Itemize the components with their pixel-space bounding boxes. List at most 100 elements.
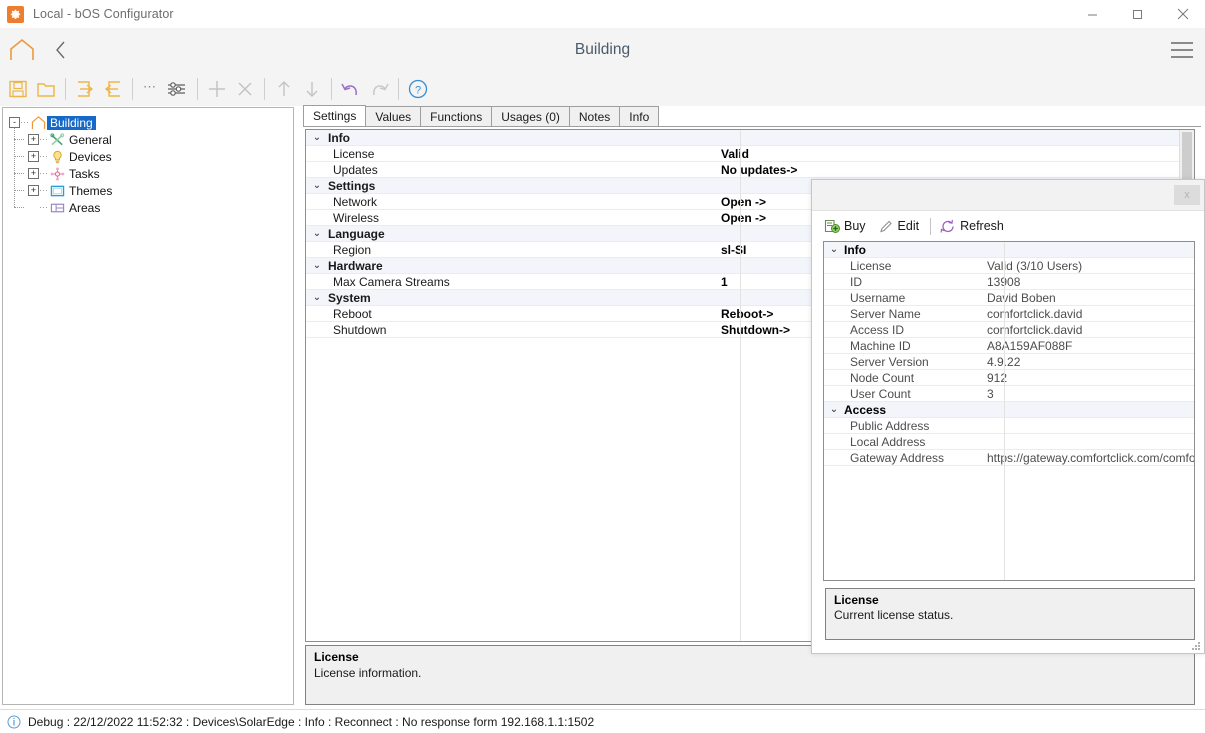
dialog-close-icon[interactable]: x	[1174, 185, 1200, 205]
maximize-button[interactable]	[1115, 0, 1160, 28]
dialog-row-server-name[interactable]: Server Name comfortclick.david	[824, 306, 1194, 322]
title-bar: Local - bOS Configurator	[0, 0, 1205, 28]
grid-row-name: Updates	[333, 162, 378, 177]
export-button[interactable]	[71, 74, 99, 104]
dialog-row-name: User Count	[850, 386, 911, 401]
grid-row-value[interactable]: No updates->	[719, 163, 797, 177]
grid-row-value[interactable]: Reboot->	[719, 307, 773, 321]
buy-button[interactable]: Buy	[823, 215, 866, 237]
expand-expander[interactable]: +	[28, 185, 39, 196]
chevron-down-icon[interactable]: ⌄	[306, 180, 328, 191]
tree-node-label: Areas	[69, 200, 101, 215]
tree-node-areas[interactable]: ⋯ Areas	[14, 199, 293, 216]
tree-node-themes[interactable]: + ⋯ Themes	[14, 182, 293, 199]
save-button[interactable]	[4, 74, 32, 104]
grid-row-value[interactable]: Open ->	[719, 195, 766, 209]
dialog-grid-column-splitter[interactable]	[1004, 242, 1005, 580]
dialog-row-license[interactable]: License Valid (3/10 Users)	[824, 258, 1194, 274]
license-property-grid[interactable]: ⌄ Info License Valid (3/10 Users) ID 139…	[823, 241, 1195, 581]
grid-row-value[interactable]: sl-SI	[719, 243, 746, 257]
tree-node-devices[interactable]: + ⋯ Devices	[14, 148, 293, 165]
tree-node-label: Devices	[69, 149, 112, 164]
tab-functions[interactable]: Functions	[420, 106, 493, 126]
dialog-row-access-id[interactable]: Access ID comfortclick.david	[824, 322, 1194, 338]
hamburger-menu-icon[interactable]	[1167, 39, 1197, 61]
grid-row-updates[interactable]: Updates No updates->	[306, 162, 1194, 178]
expand-expander[interactable]: +	[28, 168, 39, 179]
page-title: Building	[574, 41, 631, 58]
dialog-row-local-address[interactable]: Local Address	[824, 434, 1194, 450]
chevron-down-icon[interactable]: ⌄	[824, 404, 844, 415]
dialog-category-row[interactable]: ⌄ Info	[824, 242, 1194, 258]
dialog-row-node-count[interactable]: Node Count 912	[824, 370, 1194, 386]
add-button[interactable]	[203, 74, 231, 104]
chevron-down-icon[interactable]: ⌄	[306, 132, 328, 143]
chevron-down-icon[interactable]: ⌄	[306, 292, 328, 303]
leaf-spacer	[28, 202, 39, 213]
navigation-header: Building	[0, 28, 1205, 72]
dialog-row-name: Server Version	[850, 354, 929, 369]
tab-notes[interactable]: Notes	[568, 106, 621, 126]
dialog-row-name: Public Address	[850, 418, 930, 433]
refresh-button[interactable]: Refresh	[939, 215, 1004, 237]
dialog-row-server-version[interactable]: Server Version 4.9.22	[824, 354, 1194, 370]
expand-expander[interactable]: +	[28, 134, 39, 145]
grid-column-splitter[interactable]	[740, 130, 741, 641]
tab-label: Functions	[430, 109, 483, 124]
dialog-row-name: ID	[850, 274, 862, 289]
grid-category-row[interactable]: ⌄ Info	[306, 130, 1194, 146]
dialog-category-row[interactable]: ⌄ Access	[824, 402, 1194, 418]
move-up-button[interactable]	[270, 74, 298, 104]
open-button[interactable]	[32, 74, 60, 104]
edit-button[interactable]: Edit	[877, 215, 919, 237]
svg-text:?: ?	[415, 85, 421, 97]
move-down-button[interactable]	[298, 74, 326, 104]
redo-button[interactable]	[365, 74, 393, 104]
tree-node-general[interactable]: + ⋯ General	[14, 131, 293, 148]
app-gear-icon	[7, 5, 24, 23]
dialog-row-name: Access ID	[850, 322, 905, 337]
dialog-row-value: comfortclick.david	[987, 306, 1083, 321]
dialog-row-gateway-address[interactable]: Gateway Address https://gateway.comfortc…	[824, 450, 1194, 466]
grid-row-license[interactable]: License Valid	[306, 146, 1194, 162]
grid-row-name: Wireless	[333, 210, 380, 225]
grid-row-value[interactable]: Open ->	[719, 211, 766, 225]
dialog-row-machine-id[interactable]: Machine ID A8A159AF088F	[824, 338, 1194, 354]
tab-settings[interactable]: Settings	[303, 105, 367, 126]
dialog-row-name: Server Name	[850, 306, 921, 321]
sliders-icon[interactable]	[162, 74, 192, 104]
grid-row-value[interactable]: Shutdown->	[719, 323, 790, 337]
tab-info[interactable]: Info	[619, 106, 660, 126]
collapse-expander[interactable]: -	[9, 117, 20, 128]
tab-values[interactable]: Values	[365, 106, 422, 126]
dialog-row-public-address[interactable]: Public Address	[824, 418, 1194, 434]
buy-label: Buy	[844, 219, 866, 233]
toolbar-divider	[197, 78, 198, 100]
ellipsis-icon[interactable]: ⋯	[138, 74, 162, 104]
dialog-row-username[interactable]: Username David Boben	[824, 290, 1194, 306]
grid-row-value[interactable]: 1	[719, 275, 728, 289]
window-controls	[1070, 0, 1205, 28]
dialog-row-id[interactable]: ID 13908	[824, 274, 1194, 290]
help-button[interactable]: ?	[404, 74, 432, 104]
tree-connector: ⋯	[39, 168, 48, 178]
undo-button[interactable]	[337, 74, 365, 104]
dialog-row-name: Username	[850, 290, 906, 305]
dialog-resize-handle[interactable]	[1191, 641, 1201, 651]
dialog-row-user-count[interactable]: User Count 3	[824, 386, 1194, 402]
chevron-down-icon[interactable]: ⌄	[306, 228, 328, 239]
dialog-category-name: Info	[844, 242, 866, 257]
grid-row-value[interactable]: Valid	[719, 147, 749, 161]
tab-usages[interactable]: Usages (0)	[491, 106, 570, 126]
project-tree-panel[interactable]: - ⋯ Building + ⋯ General + ⋯ Devices + ⋯…	[2, 107, 294, 705]
tree-node-tasks[interactable]: + ⋯ Tasks	[14, 165, 293, 182]
dialog-title-bar[interactable]: x	[812, 180, 1204, 211]
chevron-down-icon[interactable]: ⌄	[306, 260, 328, 271]
chevron-down-icon[interactable]: ⌄	[824, 244, 844, 255]
import-button[interactable]	[99, 74, 127, 104]
expand-expander[interactable]: +	[28, 151, 39, 162]
close-button[interactable]	[1160, 0, 1205, 28]
minimize-button[interactable]	[1070, 0, 1115, 28]
delete-button[interactable]	[231, 74, 259, 104]
tree-node-building[interactable]: - ⋯ Building	[9, 114, 293, 131]
